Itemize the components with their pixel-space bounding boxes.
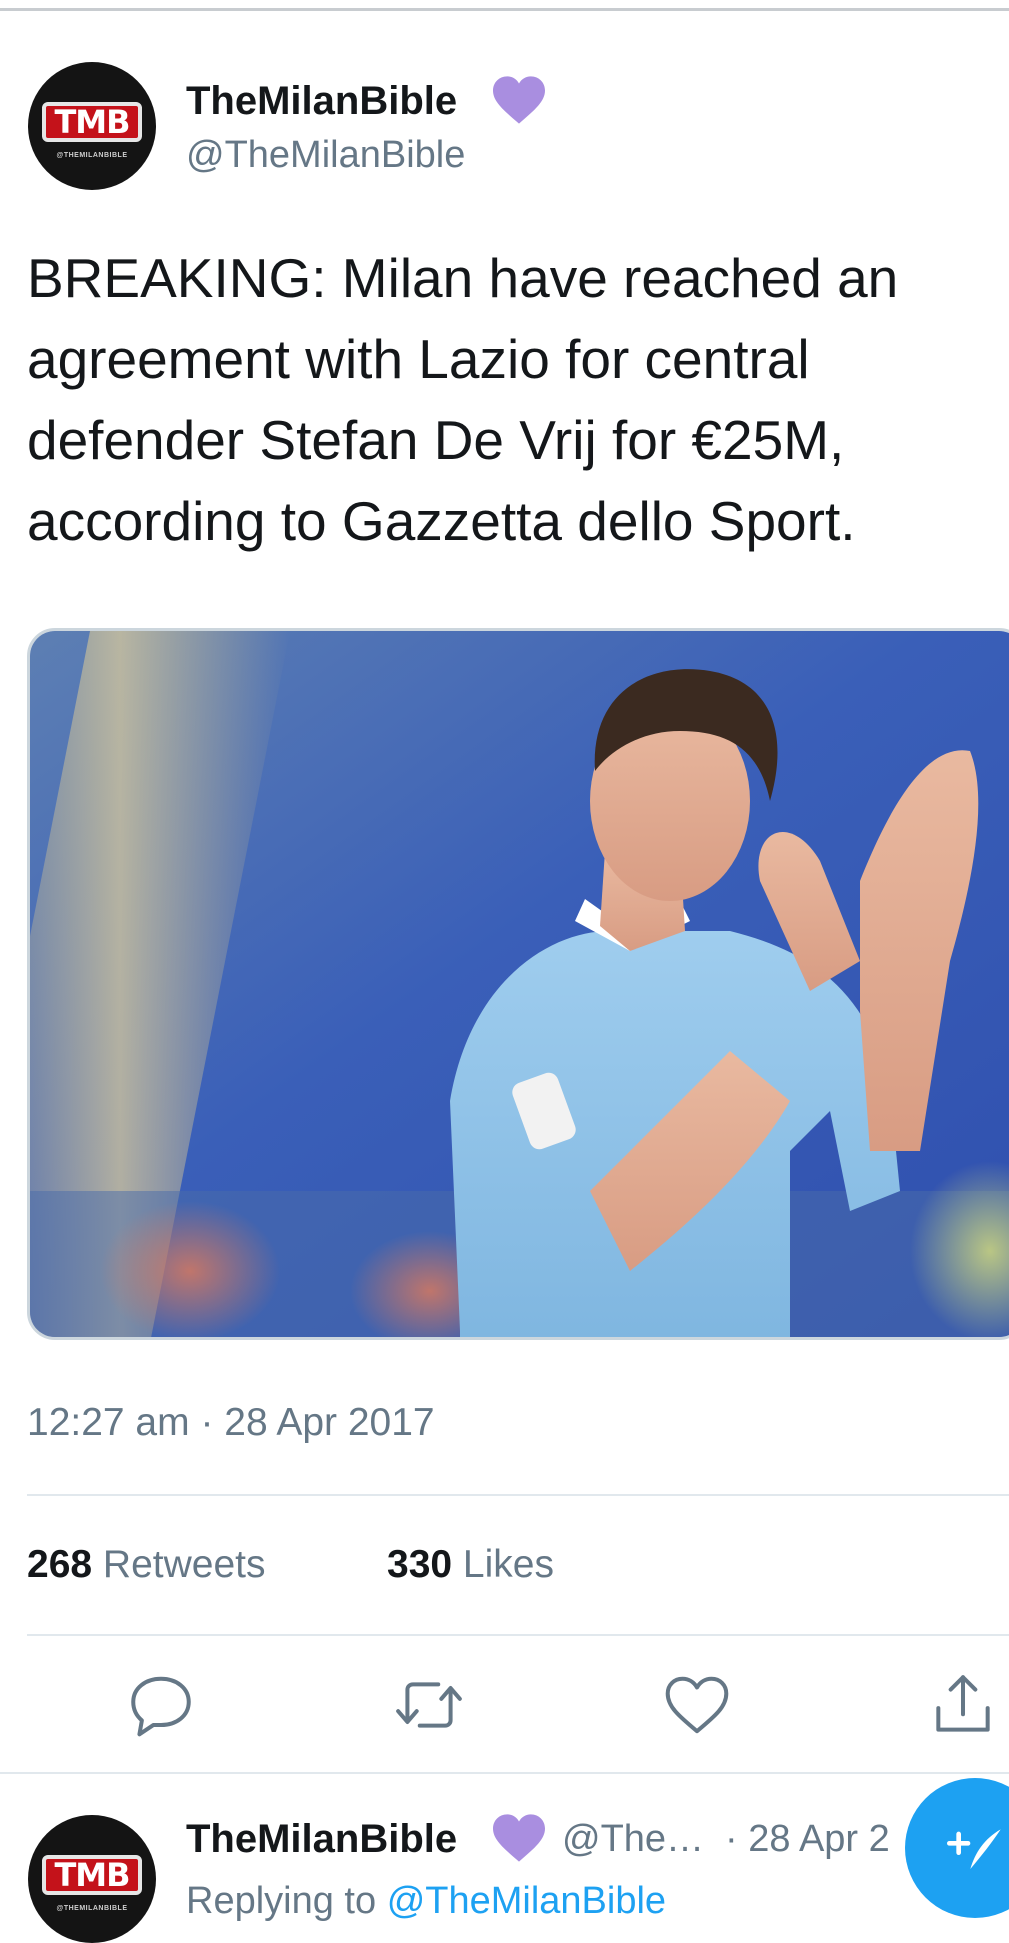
reply-handle[interactable]: @The… — [562, 1816, 704, 1862]
replying-prefix: Replying to — [186, 1880, 377, 1922]
tweet-text: BREAKING: Milan have reached an agreemen… — [27, 247, 899, 552]
top-divider — [0, 8, 1009, 11]
stats-bottom-divider — [27, 1634, 1009, 1636]
avatar-logo-box: TMB — [42, 102, 142, 142]
reply-avatar-logo-box: TMB — [42, 1855, 142, 1895]
replying-to: Replying to @TheMilanBible — [186, 1878, 666, 1924]
share-icon[interactable] — [926, 1668, 1000, 1742]
author-avatar[interactable]: TMB @THEMILANBIBLE — [28, 62, 156, 190]
like-icon[interactable] — [660, 1668, 734, 1742]
retweets-count: 268 — [27, 1543, 93, 1586]
heart-badge-icon — [493, 76, 545, 124]
tweet-timestamp[interactable]: 12:27 am · 28 Apr 2017 — [27, 1398, 435, 1448]
reply-divider — [0, 1772, 1009, 1774]
stats-top-divider — [27, 1494, 1009, 1496]
reply-icon[interactable] — [124, 1668, 198, 1742]
avatar-logo-text: TMB — [54, 103, 130, 141]
reply-avatar[interactable]: TMB @THEMILANBIBLE — [28, 1815, 156, 1943]
retweets-label: Retweets — [102, 1543, 266, 1586]
likes-count: 330 — [387, 1543, 453, 1586]
reply-heart-badge-icon — [493, 1814, 545, 1862]
compose-icon — [947, 1829, 1001, 1869]
tweet-media[interactable] — [27, 628, 1009, 1340]
retweet-icon[interactable] — [392, 1668, 466, 1742]
replying-handle-link[interactable]: @TheMilanBible — [387, 1880, 666, 1922]
author-display-name[interactable]: TheMilanBible — [186, 78, 457, 124]
reply-display-name[interactable]: TheMilanBible — [186, 1816, 457, 1862]
likes-label: Likes — [462, 1543, 554, 1586]
media-photo — [30, 631, 1009, 1337]
reply-avatar-logo-text: TMB — [54, 1856, 130, 1894]
retweets-stat[interactable]: 268 Retweets — [27, 1540, 266, 1590]
likes-stat[interactable]: 330 Likes — [387, 1540, 554, 1590]
avatar-logo-subtext: @THEMILANBIBLE — [56, 152, 128, 159]
reply-avatar-logo-subtext: @THEMILANBIBLE — [56, 1905, 128, 1912]
compose-button[interactable] — [905, 1778, 1009, 1918]
author-handle[interactable]: @TheMilanBible — [186, 133, 465, 177]
reply-date: · 28 Apr 2 — [725, 1818, 890, 1860]
